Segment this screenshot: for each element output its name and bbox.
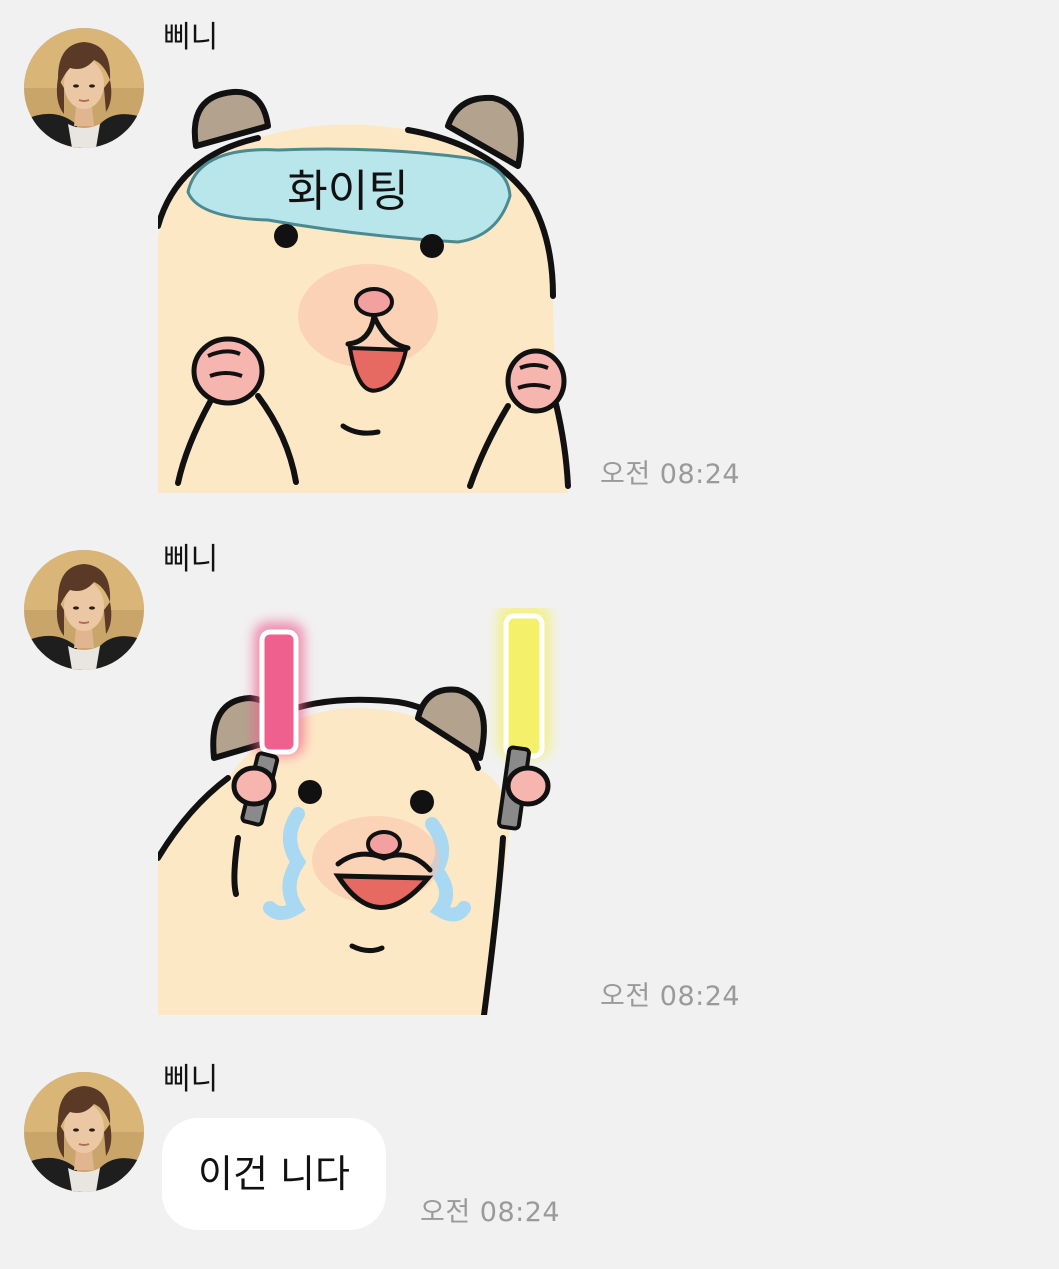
avatar[interactable] [24,28,144,148]
hamster-headband-sticker-icon[interactable]: 화이팅 [158,86,573,493]
message-timestamp: 오전 08:24 [420,1197,561,1228]
message-timestamp: 오전 08:24 [600,981,741,1012]
sender-name: 삐니 [163,20,219,55]
sticker-text: 화이팅 [287,166,408,217]
message-row: 삐니 화이팅 오전 08:24 [0,0,1059,520]
hamster-glowsticks-crying-sticker-icon[interactable] [158,608,573,1015]
message-timestamp: 오전 08:24 [600,459,741,490]
avatar[interactable] [24,1072,144,1192]
sender-name: 삐니 [163,542,219,577]
message-bubble[interactable]: 이건 니다 [162,1118,386,1230]
message-row: 삐니 이건 니다 오전 08:24 [0,1040,1059,1269]
message-row: 삐니 오전 08:24 [0,520,1059,1040]
sender-name: 삐니 [163,1062,219,1097]
avatar[interactable] [24,550,144,670]
